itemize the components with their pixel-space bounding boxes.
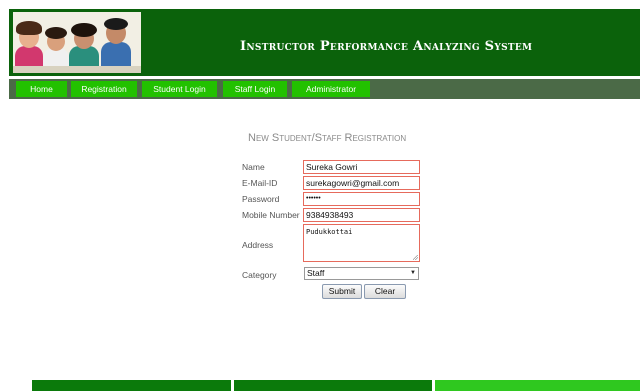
- password-field[interactable]: ••••••: [303, 192, 420, 206]
- main-nav: Home Registration Student Login Staff Lo…: [9, 79, 640, 99]
- site-header: Instructor Performance Analyzing System: [9, 9, 640, 76]
- resize-grip-icon[interactable]: [413, 255, 418, 260]
- category-label: Category: [242, 270, 277, 280]
- submit-button[interactable]: Submit: [322, 284, 362, 299]
- clear-button[interactable]: Clear: [364, 284, 406, 299]
- mobile-label: Mobile Number: [242, 210, 300, 220]
- address-textarea[interactable]: Pudukkottai: [303, 224, 420, 262]
- address-text: Pudukkottai: [306, 228, 353, 236]
- password-label: Password: [242, 194, 280, 204]
- nav-staff-login[interactable]: Staff Login: [223, 81, 287, 97]
- dropdown-arrow-icon: ▼: [410, 270, 416, 276]
- address-label: Address: [242, 240, 274, 250]
- footer-block-right: [435, 380, 640, 391]
- email-label: E-Mail-ID: [242, 178, 278, 188]
- category-select[interactable]: Staff ▼: [304, 267, 419, 280]
- name-label: Name: [242, 162, 265, 172]
- nav-registration[interactable]: Registration: [71, 81, 137, 97]
- nav-administrator[interactable]: Administrator: [292, 81, 370, 97]
- name-field[interactable]: Sureka Gowri: [303, 160, 420, 174]
- footer-block-middle: [234, 380, 432, 391]
- nav-student-login[interactable]: Student Login: [142, 81, 217, 97]
- site-title: Instructor Performance Analyzing System: [240, 39, 533, 54]
- email-field[interactable]: surekagowri@gmail.com: [303, 176, 420, 190]
- category-value: Staff: [307, 268, 325, 278]
- mobile-field[interactable]: 9384938493: [303, 208, 420, 222]
- nav-home[interactable]: Home: [16, 81, 67, 97]
- footer-block-left: [32, 380, 231, 391]
- banner-image: [13, 12, 141, 73]
- form-title: New Student/Staff Registration: [248, 132, 407, 144]
